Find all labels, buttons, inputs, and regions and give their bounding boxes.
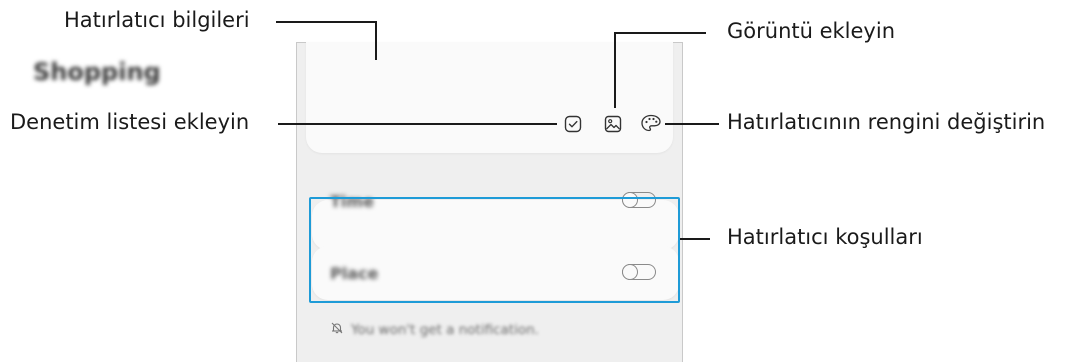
- callout-line-details-h: [276, 21, 376, 23]
- notification-status-text: You won't get a notification.: [351, 322, 539, 338]
- palette-icon[interactable]: [640, 113, 662, 133]
- callout-change-color: Hatırlatıcının rengini değiştirin: [727, 110, 1046, 134]
- reminder-details-card[interactable]: [306, 42, 673, 153]
- callout-reminder-details: Hatırlatıcı bilgileri: [64, 8, 250, 32]
- callout-line-conditions: [680, 238, 710, 240]
- bell-off-icon: [331, 322, 343, 334]
- callout-line-image-v: [614, 32, 616, 108]
- conditions-highlight: [309, 197, 680, 303]
- callout-line-image-h: [614, 32, 706, 34]
- image-icon[interactable]: [603, 114, 623, 134]
- callout-add-image: Görüntü ekleyin: [727, 19, 895, 43]
- callout-line-details-v: [375, 21, 377, 60]
- checklist-icon[interactable]: [563, 114, 583, 134]
- callout-reminder-conditions: Hatırlatıcı koşulları: [727, 225, 923, 249]
- callout-line-color: [665, 123, 719, 125]
- callout-line-checklist: [278, 123, 557, 125]
- reminder-title[interactable]: Shopping: [33, 58, 161, 86]
- callout-add-checklist: Denetim listesi ekleyin: [10, 110, 250, 134]
